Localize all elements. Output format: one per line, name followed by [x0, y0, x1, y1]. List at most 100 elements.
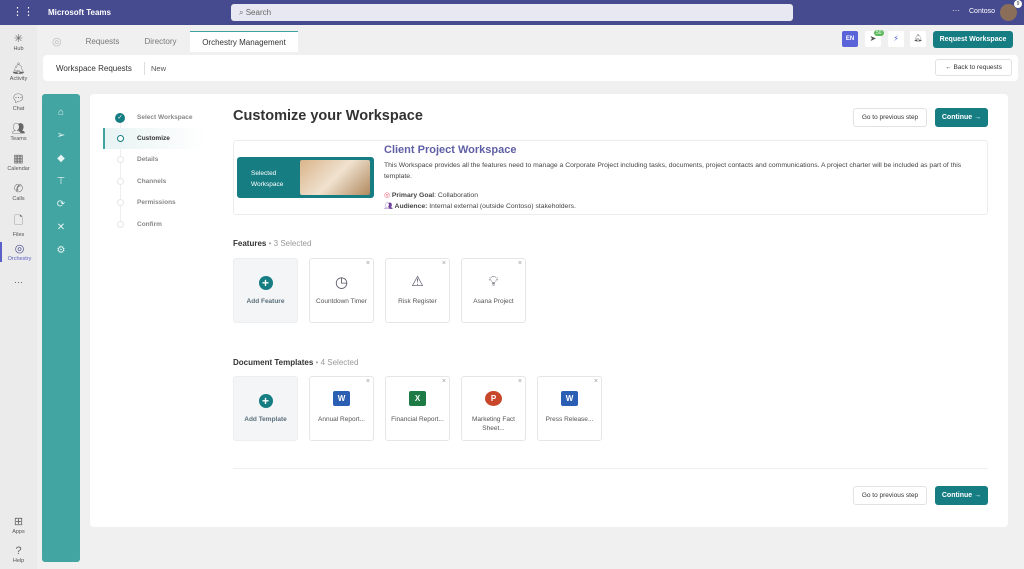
remove-icon[interactable]: × [366, 378, 370, 385]
powerpoint-icon: P [485, 391, 502, 406]
arrow-right-icon: → [974, 492, 982, 499]
rail-help[interactable]: ? Help [0, 545, 37, 564]
hierarchy-icon[interactable]: ⊤ [52, 176, 70, 187]
org-name: Contoso [969, 8, 996, 15]
tab-requests[interactable]: Requests [75, 31, 130, 52]
tools-icon[interactable]: ✕ [52, 222, 70, 233]
template-tile[interactable]: × W Press Release... [537, 376, 602, 441]
template-tile[interactable]: × W Annual Report... [309, 376, 374, 441]
flash-button[interactable]: ⚡︎ [888, 31, 904, 47]
divider [233, 468, 988, 469]
rail-apps[interactable]: ⊞ Apps [0, 515, 37, 535]
rail-hub[interactable]: ✳ Hub [0, 32, 37, 52]
plus-icon: + [258, 394, 273, 408]
arrow-right-icon: → [974, 114, 982, 121]
top-bar: ⋮⋮ Microsoft Teams ⌕ Search ··· Contoso … [0, 0, 1024, 25]
rail-chat[interactable]: 💬︎ Chat [0, 92, 37, 112]
target-icon: ◎ [384, 192, 390, 199]
workspace-description: This Workspace provides all the features… [384, 162, 962, 180]
search-icon: ⌕ [239, 8, 244, 17]
avatar-badge: 9 [1014, 0, 1022, 8]
workspace-summary: Selected Workspace Client Project Worksp… [233, 140, 988, 215]
home-icon[interactable]: ⌂ [52, 107, 70, 118]
notification-count: 50 [874, 30, 884, 36]
teams-icon: 👥︎ [11, 123, 26, 135]
rail-calls[interactable]: ✆ Calls [0, 182, 37, 202]
primary-goal: ◎ Primary Goal: Collaboration [384, 192, 478, 199]
remove-icon[interactable]: × [518, 378, 522, 385]
send-icon[interactable]: ➢ [52, 130, 70, 141]
help-icon: ? [15, 545, 22, 557]
phone-icon: ✆ [13, 183, 24, 195]
bell-button[interactable]: 🔔︎ [910, 31, 926, 47]
search-input[interactable]: ⌕ Search [231, 4, 793, 21]
layers-icon[interactable]: ◆ [52, 153, 70, 164]
workspace-name: Client Project Workspace [384, 144, 517, 156]
rail-more[interactable]: ··· [0, 277, 37, 287]
remove-icon[interactable]: × [594, 378, 598, 385]
breadcrumb-sub: New [151, 64, 167, 73]
rail-orchestry[interactable]: ◎ Orchestry [0, 242, 37, 262]
lightbulb-icon: 💡︎ [488, 273, 499, 289]
app-title: Microsoft Teams [48, 8, 111, 17]
feature-tile[interactable]: × ◷ Countdown Timer [309, 258, 374, 323]
step-customize[interactable]: Customize [137, 135, 170, 142]
previous-step-button-bottom[interactable]: Go to previous step [853, 486, 927, 505]
people-icon: 👥︎ [384, 203, 393, 210]
step-permissions[interactable]: Permissions [137, 199, 176, 206]
more-icon[interactable]: ··· [952, 6, 960, 15]
language-button[interactable]: EN [842, 31, 858, 47]
sub-header: Workspace Requests New ← Back to request… [43, 55, 1018, 81]
rail-calendar[interactable]: ▦ Calendar [0, 152, 37, 172]
orchestry-logo-icon: ◎ [52, 36, 62, 48]
feature-tile[interactable]: × ⚠ Risk Register [385, 258, 450, 323]
request-workspace-button[interactable]: Request Workspace [933, 31, 1013, 48]
orchestry-icon: ◎ [14, 243, 25, 255]
continue-button-bottom[interactable]: Continue → [935, 486, 988, 505]
tab-directory[interactable]: Directory [133, 31, 188, 52]
excel-icon: X [409, 391, 426, 406]
file-icon: 🗋 [14, 215, 23, 227]
calendar-icon: ▦ [13, 153, 24, 165]
word-icon: W [333, 391, 350, 406]
remove-icon[interactable]: × [442, 378, 446, 385]
template-tile[interactable]: × X Financial Report... [385, 376, 450, 441]
workspace-image [300, 160, 370, 195]
add-feature-button[interactable]: + Add Feature [233, 258, 298, 323]
lightning-icon: ⚡︎ [893, 34, 899, 43]
page-heading: Customize your Workspace [233, 108, 423, 124]
rail-teams[interactable]: 👥︎ Teams [0, 122, 37, 142]
step-select-workspace[interactable]: Select Workspace [137, 114, 193, 121]
chat-icon: 💬︎ [11, 93, 26, 105]
sync-icon[interactable]: ⟳ [52, 199, 70, 210]
selected-workspace-banner: Selected Workspace [237, 157, 374, 198]
timer-icon: ◷ [334, 274, 349, 291]
tab-orchestry-management[interactable]: Orchestry Management [190, 31, 298, 52]
apps-icon: ⊞ [13, 516, 24, 528]
page-title: Workspace Requests [56, 64, 132, 73]
remove-icon[interactable]: × [366, 260, 370, 267]
feature-tile[interactable]: × 💡︎ Asana Project [461, 258, 526, 323]
bell-icon: 🔔︎ [11, 63, 26, 75]
previous-step-button[interactable]: Go to previous step [853, 108, 927, 127]
step-confirm[interactable]: Confirm [137, 221, 162, 228]
arrow-left-icon: ← [945, 64, 952, 71]
check-icon: ✓ [115, 113, 125, 123]
remove-icon[interactable]: × [518, 260, 522, 267]
back-to-requests-button[interactable]: ← Back to requests [935, 59, 1012, 76]
step-details[interactable]: Details [137, 156, 158, 163]
continue-button[interactable]: Continue → [935, 108, 988, 127]
word-icon: W [561, 391, 578, 406]
remove-icon[interactable]: × [442, 260, 446, 267]
features-heading: Features • 3 Selected [233, 239, 312, 248]
app-rail: ✳ Hub 🔔︎ Activity 💬︎ Chat 👥︎ Teams ▦ Calendar… [0, 25, 37, 569]
app-launcher-icon[interactable]: ⋮⋮ [12, 5, 34, 18]
rail-activity[interactable]: 🔔︎ Activity [0, 62, 37, 82]
gear-icon[interactable]: ⚙ [52, 245, 70, 256]
side-nav [42, 94, 80, 562]
step-channels[interactable]: Channels [137, 178, 166, 185]
template-tile[interactable]: × P Marketing Fact Sheet... [461, 376, 526, 441]
add-template-button[interactable]: + Add Template [233, 376, 298, 441]
risk-icon: ⚠ [411, 273, 424, 289]
rail-files[interactable]: 🗋 Files [0, 212, 37, 238]
